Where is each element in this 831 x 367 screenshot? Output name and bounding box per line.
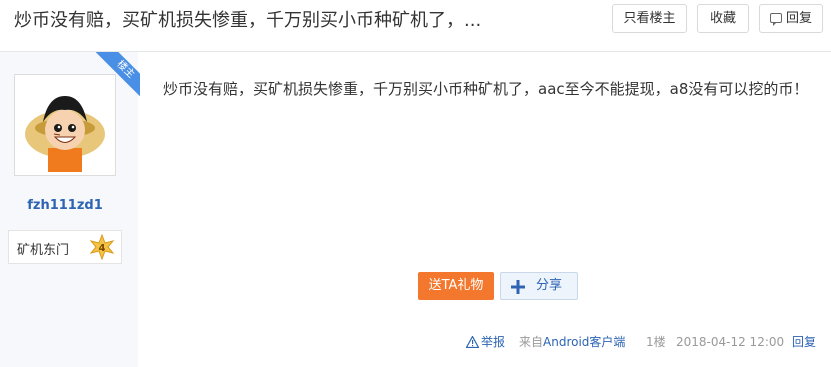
thread-header: 炒币没有赔，买矿机损失惨重，千万别买小币种矿机了，... 只看楼主 收藏 回复 [0, 0, 831, 52]
level-number: 4 [99, 243, 106, 254]
floor-number: 1楼 [646, 335, 666, 349]
source-app-link[interactable]: Android客户端 [543, 335, 625, 349]
post-datetime: 2018-04-12 12:00 [676, 335, 785, 349]
rank-box: 矿机东门 4 [8, 230, 122, 264]
reply-button-label: 回复 [785, 11, 812, 26]
comment-icon [769, 13, 782, 26]
share-label: 分享 [536, 278, 563, 293]
reply-link[interactable]: 回复 [792, 334, 816, 350]
report-label: 举报 [481, 335, 506, 349]
post-source: 来自Android客户端 [519, 334, 625, 350]
send-gift-button[interactable]: 送TA礼物 [418, 272, 494, 300]
author-username[interactable]: fzh111zd1 [0, 198, 130, 213]
thread-title: 炒币没有赔，买矿机损失惨重，千万别买小币种矿机了，... [14, 10, 482, 31]
op-ribbon: 楼主 [96, 52, 140, 96]
share-button[interactable]: 分享 [500, 272, 578, 300]
plus-icon [511, 280, 525, 294]
post-content: 炒币没有赔，买矿机损失惨重，千万别买小币种矿机了，aac至今不能提现，a8没有可… [163, 80, 809, 98]
warning-icon [465, 335, 480, 349]
rank-name[interactable]: 矿机东门 [17, 239, 69, 258]
source-prefix: 来自 [519, 335, 544, 349]
author-sidebar: fzh111zd1 矿机东门 4 [0, 52, 138, 367]
favorite-button[interactable]: 收藏 [697, 4, 749, 33]
op-ribbon-label: 楼主 [96, 52, 140, 96]
level-star-icon: 4 [89, 234, 115, 260]
reply-button[interactable]: 回复 [759, 4, 823, 33]
only-op-button[interactable]: 只看楼主 [612, 4, 687, 33]
report-link[interactable]: 举报 [465, 334, 506, 350]
